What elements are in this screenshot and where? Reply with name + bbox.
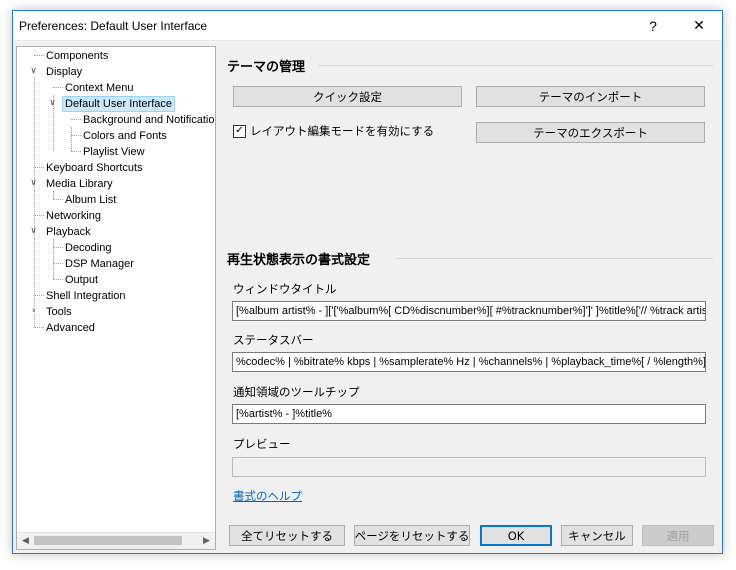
tree-item-colors-fonts[interactable]: Colors and Fonts (81, 128, 169, 144)
title-bar: Preferences: Default User Interface ? ✕ (13, 11, 722, 41)
layout-edit-label: レイアウト編集モードを有効にする (250, 124, 435, 138)
cancel-button[interactable]: キャンセル (561, 525, 633, 546)
tree-item-context-menu[interactable]: Context Menu (63, 80, 135, 96)
tree-item-display[interactable]: Display (44, 64, 84, 80)
status-bar-label: ステータスバー (233, 333, 314, 347)
tree-item-background-notification[interactable]: Background and Notification (81, 112, 215, 128)
export-theme-button[interactable]: テーマのエクスポート (476, 122, 705, 143)
reset-page-button[interactable]: ページをリセットする (354, 525, 470, 546)
preview-label: プレビュー (233, 437, 291, 451)
reset-all-button[interactable]: 全てリセットする (229, 525, 345, 546)
preview-field (232, 457, 706, 477)
scroll-thumb[interactable] (34, 536, 182, 545)
tree-item-advanced[interactable]: Advanced (44, 320, 97, 336)
format-help-link[interactable]: 書式のヘルプ (233, 488, 302, 504)
preferences-window: Preferences: Default User Interface ? ✕ … (12, 10, 723, 554)
ok-button[interactable]: OK (480, 525, 552, 546)
window-title: Preferences: Default User Interface (19, 19, 208, 33)
expander-display-icon[interactable]: ∨ (29, 67, 38, 76)
tree-item-playlist-view[interactable]: Playlist View (81, 144, 147, 160)
tree-item-components[interactable]: Components (44, 48, 110, 64)
format-section-heading: 再生状態表示の書式設定 (227, 253, 371, 268)
tree-item-tools[interactable]: Tools (44, 304, 74, 320)
theme-section-heading: テーマの管理 (227, 60, 306, 75)
layout-edit-checkbox-row[interactable]: ✓ レイアウト編集モードを有効にする (233, 123, 434, 139)
tooltip-field[interactable]: [%artist% - ]%title% (232, 404, 706, 424)
tree-horizontal-scrollbar[interactable]: ◀ ▶ (17, 532, 215, 549)
scroll-right-icon[interactable]: ▶ (198, 533, 215, 549)
tree-item-shell-integration[interactable]: Shell Integration (44, 288, 128, 304)
help-button[interactable]: ? (630, 11, 676, 41)
tree-item-output[interactable]: Output (63, 272, 100, 288)
quick-setup-button[interactable]: クイック設定 (233, 86, 462, 107)
tree-item-playback[interactable]: Playback (44, 224, 93, 240)
theme-section-rule (318, 65, 713, 66)
tree-item-keyboard-shortcuts[interactable]: Keyboard Shortcuts (44, 160, 145, 176)
tree-item-dsp-manager[interactable]: DSP Manager (63, 256, 136, 272)
tree-item-default-user-interface[interactable]: Default User Interface (62, 96, 175, 112)
window-title-label: ウィンドウタイトル (233, 282, 337, 296)
expander-media-library-icon[interactable]: ∨ (29, 179, 38, 188)
expander-tools-icon[interactable]: › (29, 307, 38, 316)
tree-item-networking[interactable]: Networking (44, 208, 103, 224)
tooltip-label: 通知領域のツールチップ (233, 385, 360, 399)
format-section-rule (396, 258, 713, 259)
window-title-field[interactable]: [%album artist% - ]['['%album%[ CD%discn… (232, 301, 706, 321)
expander-playback-icon[interactable]: ∨ (29, 227, 38, 236)
tree-item-media-library[interactable]: Media Library (44, 176, 115, 192)
preferences-tree[interactable]: ∨ ∨ ∨ ∨ › Components Display Context Men… (16, 46, 216, 550)
close-button[interactable]: ✕ (676, 11, 722, 41)
scroll-left-icon[interactable]: ◀ (17, 533, 34, 549)
status-bar-field[interactable]: %codec% | %bitrate% kbps | %samplerate% … (232, 352, 706, 372)
tree-item-album-list[interactable]: Album List (63, 192, 118, 208)
expander-default-ui-icon[interactable]: ∨ (48, 99, 57, 108)
tree-item-decoding[interactable]: Decoding (63, 240, 113, 256)
layout-edit-checkbox[interactable]: ✓ (233, 124, 246, 138)
import-theme-button[interactable]: テーマのインポート (476, 86, 705, 107)
apply-button[interactable]: 適用 (642, 525, 714, 546)
